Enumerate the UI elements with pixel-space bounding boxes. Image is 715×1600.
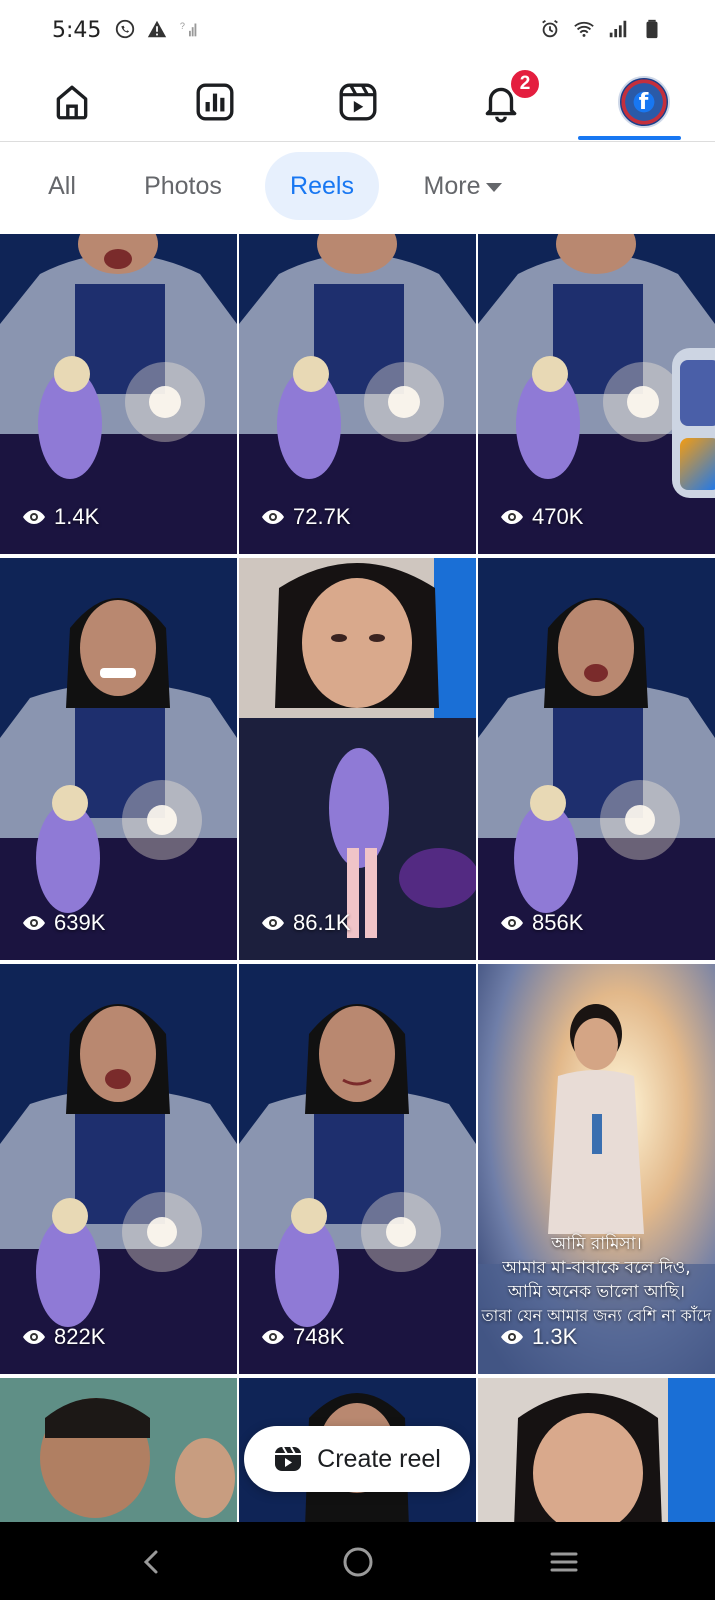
eye-icon — [262, 510, 284, 524]
view-count: 856K — [500, 910, 583, 936]
reel-thumbnail — [0, 964, 237, 1374]
filter-bar: All Photos Reels More — [0, 142, 715, 234]
back-button[interactable] — [130, 1540, 174, 1584]
back-icon — [143, 1550, 158, 1574]
view-count-text: 72.7K — [293, 504, 351, 529]
view-count: 748K — [261, 1324, 344, 1350]
home-button[interactable] — [336, 1540, 380, 1584]
reel-tile[interactable]: 1.4K — [0, 234, 237, 554]
reels-icon — [339, 83, 376, 121]
reel-tile[interactable] — [0, 1378, 237, 1522]
status-time: 5:45 — [52, 18, 102, 43]
eye-icon — [501, 510, 523, 524]
reel-tile[interactable] — [478, 1378, 715, 1522]
filter-all[interactable]: All — [22, 152, 102, 220]
reels-grid: 1.4K 72.7K 470K 639K 86.1K 856K 822K 748… — [0, 234, 715, 1522]
create-reel-button[interactable]: Create reel — [244, 1426, 470, 1492]
eye-icon — [262, 1330, 284, 1344]
home-circle-icon — [343, 1547, 373, 1577]
battery-icon — [646, 19, 658, 39]
view-count: 470K — [500, 504, 583, 530]
notification-badge: 2 — [509, 68, 541, 100]
eye-icon — [262, 916, 284, 930]
eye-icon — [501, 916, 523, 930]
caption-line: আমার মা-বাবাকে বলে দিও, — [502, 1258, 691, 1278]
reel-tile[interactable]: 748K — [239, 964, 476, 1374]
filter-photos[interactable]: Photos — [124, 152, 242, 220]
reel-thumbnail — [478, 558, 715, 960]
floating-side-widget[interactable] — [672, 348, 715, 498]
nav-profile[interactable]: f — [572, 62, 715, 142]
wifi-icon — [574, 21, 594, 37]
nav-home[interactable] — [0, 62, 143, 142]
eye-icon — [23, 1330, 45, 1344]
recents-icon — [550, 1552, 578, 1572]
system-nav-bar — [0, 1522, 715, 1600]
reel-caption: আমি রামিসা। আমার মা-বাবাকে বলে দিও, আমি … — [478, 1232, 715, 1328]
avatar: f — [617, 76, 670, 128]
filter-more[interactable]: More — [400, 152, 526, 220]
filter-more-label: More — [423, 171, 481, 200]
reel-thumbnail — [0, 558, 237, 960]
warning-icon — [147, 20, 167, 38]
whatsapp-icon — [115, 19, 135, 39]
reel-tile[interactable]: আমি রামিসা। আমার মা-বাবাকে বলে দিও, আমি … — [478, 964, 715, 1374]
nav-notifications[interactable]: 2 — [429, 62, 572, 142]
reel-tile[interactable]: 86.1K — [239, 558, 476, 960]
status-right-icons — [539, 18, 663, 40]
status-left-icons: ? — [114, 18, 200, 40]
svg-text:?: ? — [180, 21, 185, 31]
chart-icon — [196, 83, 233, 121]
side-widget-app-icon — [680, 438, 715, 490]
reel-thumbnail — [478, 1378, 715, 1522]
status-bar: 5:45 ? — [0, 0, 715, 62]
view-count: 639K — [22, 910, 105, 936]
filter-reels[interactable]: Reels — [265, 152, 379, 220]
view-count: 72.7K — [261, 504, 351, 530]
view-count-text: 1.4K — [54, 504, 100, 529]
reel-thumbnail — [0, 1378, 237, 1522]
no-sim-signal-icon: ? — [180, 21, 197, 37]
nav-dashboard[interactable] — [143, 62, 286, 142]
view-count-text: 856K — [532, 910, 584, 935]
top-nav: 2 f — [0, 62, 715, 142]
view-count: 1.3K — [500, 1324, 577, 1350]
eye-icon — [23, 510, 45, 524]
caption-line: আমি রামিসা। — [551, 1234, 642, 1254]
reel-thumbnail — [239, 964, 476, 1374]
reels-icon — [275, 1446, 302, 1471]
view-count: 822K — [22, 1324, 105, 1350]
eye-icon — [23, 916, 45, 930]
view-count-text: 639K — [54, 910, 106, 935]
create-reel-label: Create reel — [317, 1444, 441, 1473]
home-icon — [56, 85, 87, 120]
view-count-text: 470K — [532, 504, 584, 529]
view-count-text: 748K — [293, 1324, 345, 1349]
caret-down-icon — [486, 183, 503, 192]
signal-icon — [609, 20, 627, 38]
recents-button[interactable] — [542, 1540, 586, 1584]
reel-tile[interactable]: 822K — [0, 964, 237, 1374]
reel-tile[interactable]: 72.7K — [239, 234, 476, 554]
eye-icon — [501, 1330, 523, 1344]
reel-tile[interactable]: 639K — [0, 558, 237, 960]
view-count-text: 822K — [54, 1324, 106, 1349]
view-count: 1.4K — [22, 504, 99, 530]
view-count: 86.1K — [261, 910, 351, 936]
caption-line: আমি অনেক ভালো আছি। — [507, 1282, 686, 1302]
active-tab-indicator — [578, 136, 681, 140]
reel-tile[interactable]: 856K — [478, 558, 715, 960]
side-widget-app-icon — [680, 360, 715, 426]
view-count-text: 86.1K — [293, 910, 351, 935]
alarm-icon — [542, 19, 558, 38]
nav-reels[interactable] — [286, 62, 429, 142]
reel-thumbnail — [239, 558, 476, 960]
view-count-text: 1.3K — [532, 1324, 578, 1349]
